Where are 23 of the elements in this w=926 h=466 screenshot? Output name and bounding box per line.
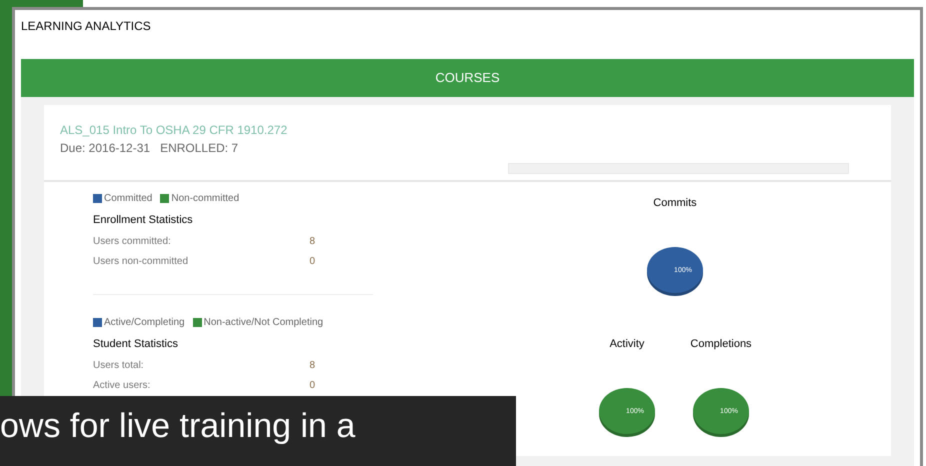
legend-label: Non-active/Not Completing — [204, 316, 324, 330]
stat-value: 8 — [309, 235, 315, 249]
stat-value: 8 — [309, 358, 315, 372]
legend-label: Non-committed — [171, 192, 240, 206]
stat-value: 0 — [309, 378, 315, 392]
stat-label: Active users: — [93, 378, 150, 392]
caption-text: ows for live training in a — [0, 406, 356, 447]
courses-header: COURSES — [21, 59, 914, 97]
due-date: Due: 2016-12-31 — [60, 140, 150, 157]
enrolled-count: ENROLLED: 7 — [160, 140, 238, 157]
chart-title: Completions — [690, 337, 752, 352]
section-title: Enrollment Statistics — [93, 213, 193, 228]
stat-label: Users non-committed — [93, 255, 188, 269]
stat-label: Users total: — [93, 358, 144, 372]
stat-label: Users committed: — [93, 235, 171, 249]
window-title: LEARNING ANALYTICS — [21, 18, 152, 35]
legend-label: Committed — [104, 192, 152, 206]
stat-value: 0 — [309, 255, 315, 269]
course-title-link[interactable]: ALS_015 Intro To OSHA 29 CFR 1910.272 — [60, 121, 288, 139]
chart-title: Activity — [610, 337, 644, 352]
chart-title: Commits — [653, 196, 697, 211]
legend-label: Active/Completing — [104, 316, 185, 330]
section-title: Student Statistics — [93, 336, 178, 352]
